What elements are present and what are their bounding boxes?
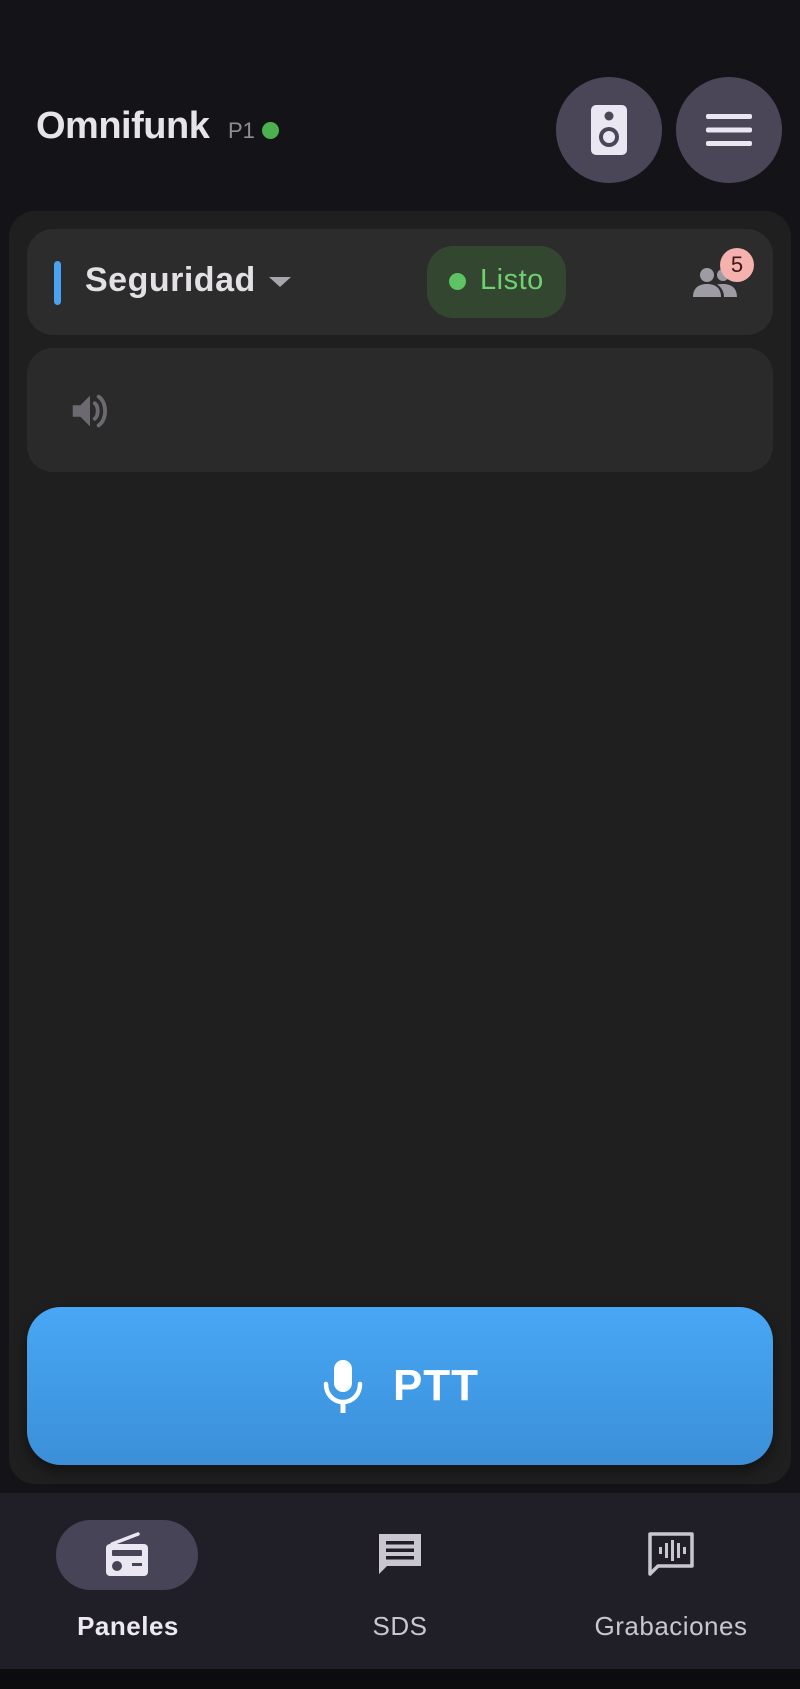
- nav-label-sds: SDS: [372, 1611, 428, 1641]
- app-root: Omnifunk P1 Seguridad Listo 5 PTT Panele…: [0, 0, 800, 1689]
- channel-panel: Seguridad Listo 5 PTT: [9, 211, 791, 1484]
- profile-label: P1: [228, 118, 255, 143]
- status-dot: [449, 273, 466, 290]
- member-count-badge: 5: [720, 248, 754, 282]
- ptt-label: PTT: [392, 1361, 480, 1410]
- bottom-navigation: Paneles SDS Grabaciones: [0, 1493, 800, 1669]
- audio-activity-card: [27, 348, 773, 472]
- system-gesture-bar: [0, 1669, 800, 1689]
- connection-status-dot: [262, 122, 279, 139]
- top-app-bar: Omnifunk P1: [0, 75, 800, 185]
- message-icon: [379, 1534, 421, 1574]
- nav-item-paneles[interactable]: Paneles: [0, 1493, 266, 1669]
- microphone-icon: [323, 1360, 363, 1413]
- channel-header: Seguridad Listo 5: [27, 229, 773, 335]
- chevron-down-icon[interactable]: [269, 277, 291, 287]
- radio-icon: [106, 1532, 148, 1576]
- nav-label-paneles: Paneles: [77, 1611, 179, 1641]
- channel-selector[interactable]: Seguridad: [85, 261, 256, 300]
- voice-recording-icon: [648, 1532, 694, 1576]
- ptt-button[interactable]: PTT: [27, 1307, 773, 1465]
- nav-label-grabaciones: Grabaciones: [594, 1611, 748, 1641]
- menu-icon: [706, 114, 752, 146]
- volume-up-icon: [72, 394, 108, 428]
- nav-item-sds[interactable]: SDS: [267, 1493, 533, 1669]
- menu-button[interactable]: [676, 77, 782, 183]
- speaker-icon: [591, 105, 627, 155]
- channel-color-indicator: [54, 261, 61, 305]
- status-badge: Listo: [427, 246, 566, 318]
- status-label: Listo: [480, 264, 544, 296]
- speaker-button[interactable]: [556, 77, 662, 183]
- nav-item-grabaciones[interactable]: Grabaciones: [534, 1493, 800, 1669]
- app-title: Omnifunk: [36, 105, 210, 147]
